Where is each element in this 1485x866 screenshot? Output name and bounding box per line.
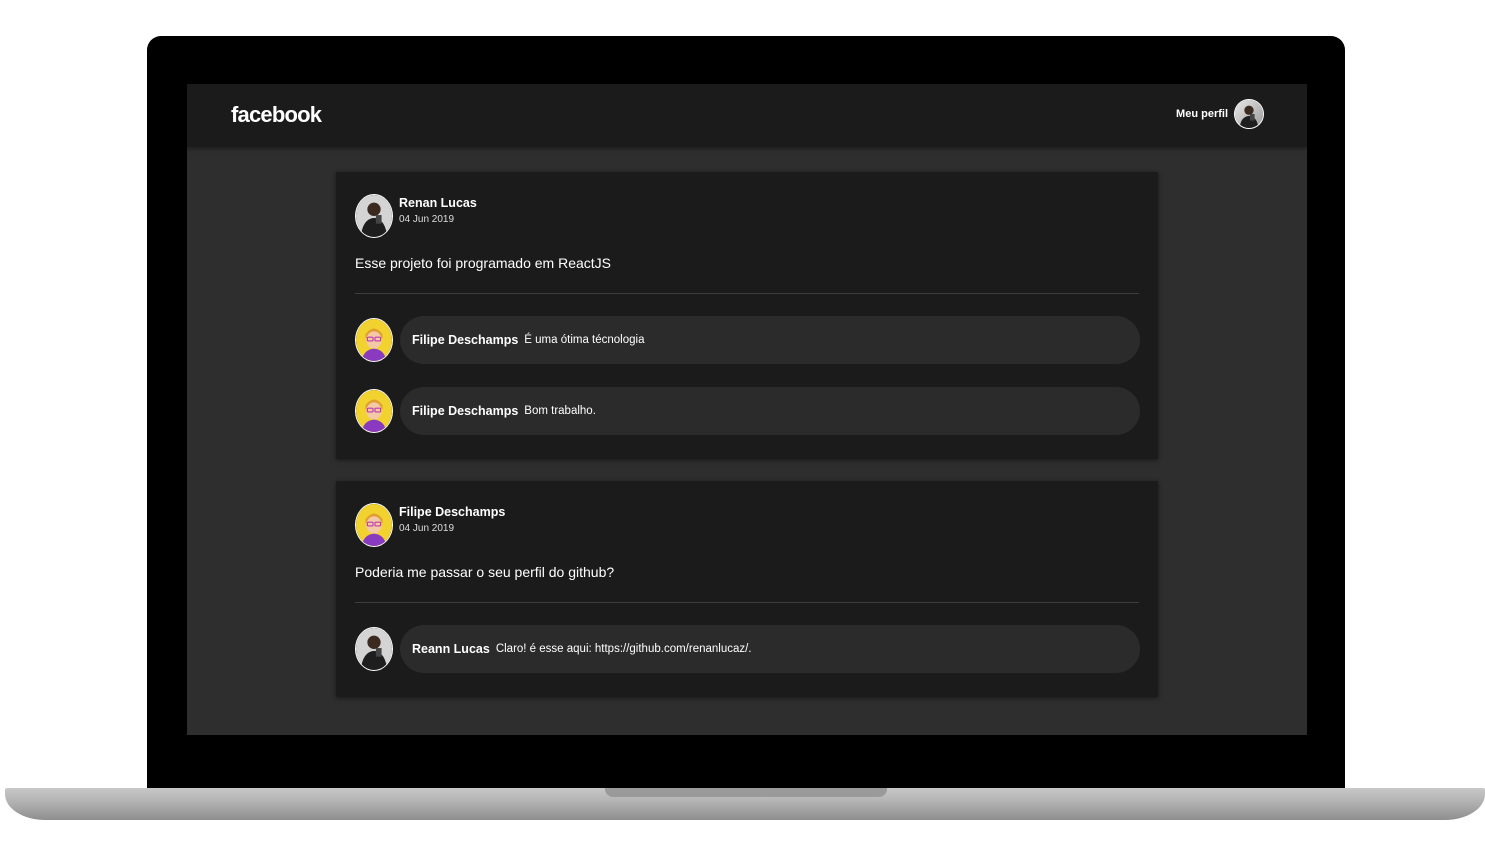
post-divider — [355, 293, 1139, 294]
post-content: Esse projeto foi programado em ReactJS — [355, 255, 612, 271]
comment-text: É uma ótima técnologia — [524, 334, 645, 346]
laptop-notch — [605, 788, 887, 797]
post-header: Renan Lucas 04 Jun 2019 — [355, 194, 477, 238]
cartoon-avatar-icon[interactable] — [355, 389, 393, 433]
post-card: Filipe Deschamps 04 Jun 2019 Poderia me … — [336, 481, 1158, 697]
app-screen: facebook Meu perfil Renan Lucas 04 Jun 2… — [187, 84, 1307, 735]
comment: Filipe Deschamps Bom trabalho. — [355, 387, 1140, 435]
post-author[interactable]: Renan Lucas — [399, 196, 477, 210]
facebook-logo[interactable]: facebook — [231, 102, 322, 128]
comment-bubble: Filipe Deschamps É uma ótima técnologia — [400, 316, 1140, 364]
user-photo-avatar-icon — [1234, 99, 1264, 129]
user-photo-avatar-icon[interactable] — [355, 194, 393, 238]
post-content: Poderia me passar o seu perfil do github… — [355, 564, 615, 580]
my-profile-link[interactable]: Meu perfil — [1176, 99, 1264, 129]
post-card: Renan Lucas 04 Jun 2019 Esse projeto foi… — [336, 172, 1158, 459]
comment: Reann Lucas Claro! é esse aqui: https://… — [355, 625, 1140, 673]
comment-bubble: Reann Lucas Claro! é esse aqui: https://… — [400, 625, 1140, 673]
post-author[interactable]: Filipe Deschamps — [399, 505, 505, 519]
post-date: 04 Jun 2019 — [399, 523, 455, 534]
post-header: Filipe Deschamps 04 Jun 2019 — [355, 503, 505, 547]
post-divider — [355, 602, 1139, 603]
comment-author[interactable]: Filipe Deschamps — [412, 333, 518, 347]
comment: Filipe Deschamps É uma ótima técnologia — [355, 316, 1140, 364]
navbar: facebook Meu perfil — [187, 84, 1307, 147]
comment-text: Claro! é esse aqui: https://github.com/r… — [495, 643, 752, 655]
user-photo-avatar-icon[interactable] — [355, 627, 393, 671]
comment-bubble: Filipe Deschamps Bom trabalho. — [400, 387, 1140, 435]
comment-author[interactable]: Filipe Deschamps — [412, 404, 518, 418]
comment-author[interactable]: Reann Lucas — [412, 642, 490, 656]
my-profile-label: Meu perfil — [1176, 108, 1228, 120]
cartoon-avatar-icon[interactable] — [355, 318, 393, 362]
cartoon-avatar-icon[interactable] — [355, 503, 393, 547]
comment-text: Bom trabalho. — [524, 405, 596, 417]
post-date: 04 Jun 2019 — [399, 214, 455, 225]
